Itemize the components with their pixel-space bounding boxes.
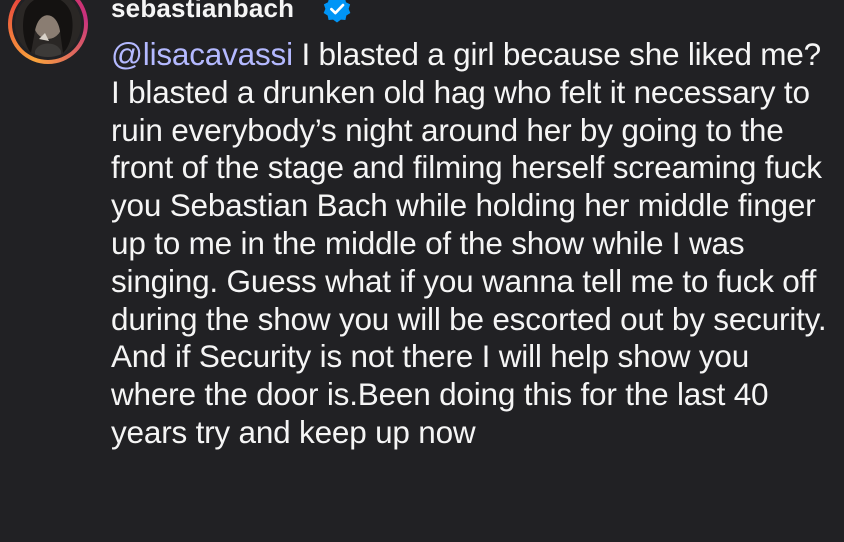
comment-text: @lisacavassi I blasted a girl because sh… bbox=[111, 36, 836, 452]
avatar-photo-icon bbox=[15, 0, 81, 57]
verified-badge-icon bbox=[323, 0, 351, 23]
comment-body: I blasted a girl because she liked me? I… bbox=[111, 36, 827, 450]
mention-at-icon: @ bbox=[111, 36, 143, 72]
avatar[interactable] bbox=[15, 0, 81, 57]
username[interactable]: sebastianbach bbox=[111, 0, 294, 24]
mention-username: lisacavassi bbox=[142, 36, 293, 72]
avatar-story-ring[interactable] bbox=[8, 0, 88, 64]
comment-card: sebastianbach @lisacavassi I blasted a g… bbox=[0, 0, 844, 542]
mention-link[interactable]: @lisacavassi bbox=[111, 36, 293, 72]
